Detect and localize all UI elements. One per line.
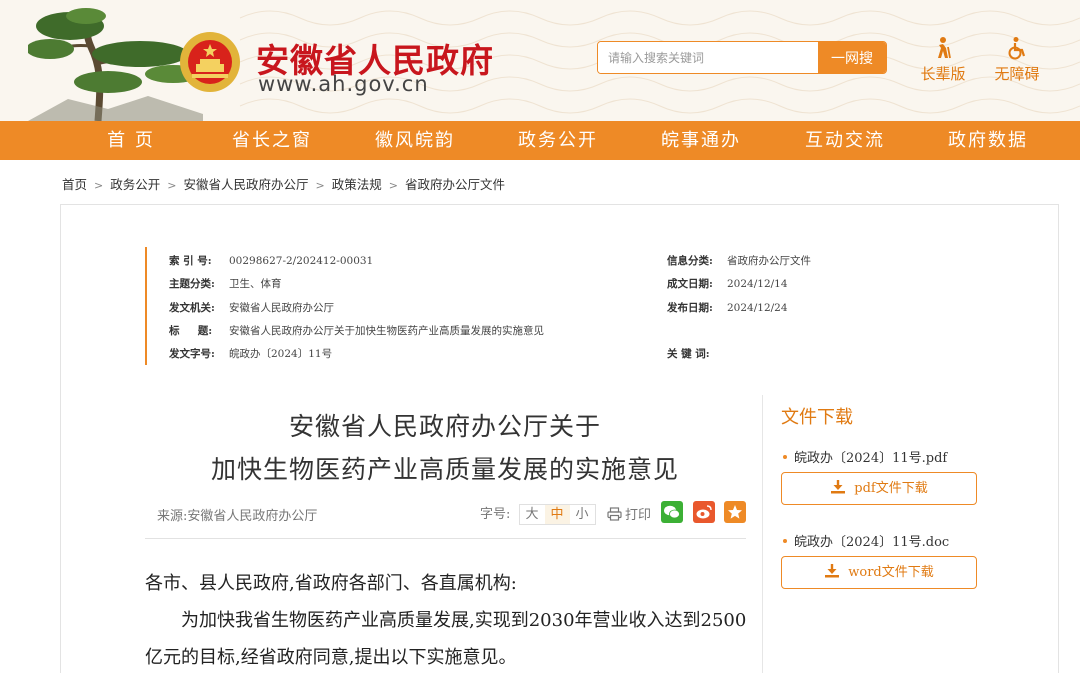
article-body: 各市、县人民政府,省政府各部门、各直属机构: 为加快我省生物医药产业高质量发展,…: [145, 565, 749, 673]
meta-keywords: 关 键 词:: [667, 346, 727, 361]
wechat-icon: [664, 505, 680, 519]
nav-item-services[interactable]: 皖事通办: [641, 121, 761, 160]
meta-value: 安徽省人民政府办公厅关于加快生物医药产业高质量发展的实施意见: [229, 325, 544, 337]
bullet-icon: [783, 538, 787, 543]
file-name-text: 皖政办〔2024〕11号.doc: [794, 535, 950, 550]
font-size-large-button[interactable]: 大: [520, 505, 545, 524]
accessibility-button[interactable]: 无障碍: [989, 36, 1045, 84]
main-nav: 首 页 省长之窗 徽风皖韵 政务公开 皖事通办 互动交流 政府数据: [0, 121, 1080, 160]
search-input[interactable]: [598, 42, 820, 73]
elder-mode-button[interactable]: 长辈版: [915, 36, 971, 84]
share-weibo-button[interactable]: [693, 501, 715, 523]
wheelchair-icon: [1008, 37, 1026, 60]
breadcrumb-home[interactable]: 首页: [62, 177, 87, 192]
meta-label: 标 题:: [169, 325, 213, 337]
word-download-button[interactable]: word文件下载: [781, 556, 977, 589]
chevron-right-icon: >: [94, 179, 104, 192]
chevron-right-icon: >: [315, 179, 325, 192]
nav-item-governor[interactable]: 省长之窗: [212, 121, 332, 160]
meta-value: 卫生、体育: [229, 278, 282, 290]
meta-label: 发布日期:: [667, 302, 713, 314]
pdf-download-button[interactable]: pdf文件下载: [781, 472, 977, 505]
weibo-icon: [696, 505, 712, 519]
font-size-small-button[interactable]: 小: [570, 505, 595, 524]
file-name-text: 皖政办〔2024〕11号.pdf: [794, 451, 948, 466]
meta-label: 信息分类:: [667, 255, 713, 267]
meta-label: 索 引 号:: [169, 255, 212, 267]
font-size-control: 字号: 大中小: [480, 503, 596, 525]
article-source: 来源:安徽省人民政府办公厅: [157, 509, 318, 524]
meta-topic: 主题分类: 卫生、体育: [169, 276, 282, 291]
document-title: 安徽省人民政府办公厅关于 加快生物医药产业高质量发展的实施意见: [145, 405, 745, 491]
nav-item-culture[interactable]: 徽风皖韵: [355, 121, 475, 160]
content-card: 索 引 号: 00298627-2/202412-00031 主题分类: 卫生、体育…: [60, 204, 1059, 673]
font-size-group: 大中小: [518, 504, 596, 525]
breadcrumb-office[interactable]: 安徽省人民政府办公厅: [183, 177, 308, 192]
share-wechat-button[interactable]: [661, 501, 683, 523]
site-header: 安徽省人民政府 www.ah.gov.cn 一网搜 长辈版 无障碍: [0, 0, 1080, 121]
bullet-icon: [783, 454, 787, 459]
meta-issuer: 发文机关: 安徽省人民政府办公厅: [169, 300, 334, 315]
word-download-label: word文件下载: [848, 565, 934, 580]
site-url: www.ah.gov.cn: [258, 72, 429, 96]
meta-published-date: 发布日期: 2024/12/24: [667, 300, 788, 315]
breadcrumb: 首页 > 政务公开 > 安徽省人民政府办公厅 > 政策法规 > 省政府办公厅文件: [62, 174, 505, 193]
chevron-right-icon: >: [388, 179, 398, 192]
accessibility-label: 无障碍: [994, 65, 1040, 83]
meta-label: 关 键 词:: [667, 348, 710, 360]
printer-icon: [607, 507, 622, 521]
nav-item-gov-data[interactable]: 政府数据: [928, 121, 1048, 160]
print-label: 打印: [625, 508, 652, 523]
download-icon: [831, 480, 846, 494]
meta-label: 成文日期:: [667, 278, 713, 290]
print-button[interactable]: 打印: [607, 504, 651, 523]
star-icon: [728, 505, 742, 519]
elder-person-icon: [938, 37, 951, 59]
breadcrumb-gov-affairs[interactable]: 政务公开: [110, 177, 160, 192]
download-icon: [825, 564, 840, 578]
breadcrumb-current[interactable]: 省政府办公厅文件: [405, 177, 505, 192]
meta-category: 信息分类: 省政府办公厅文件: [667, 253, 811, 268]
meta-label: 发文字号:: [169, 348, 215, 360]
meta-title: 标 题: 安徽省人民政府办公厅关于加快生物医药产业高质量发展的实施意见: [169, 323, 544, 338]
chevron-right-icon: >: [167, 179, 177, 192]
meta-value: 00298627-2/202412-00031: [229, 255, 374, 267]
nav-item-gov-affairs[interactable]: 政务公开: [498, 121, 618, 160]
breadcrumb-policy[interactable]: 政策法规: [332, 177, 382, 192]
document-title-line2: 加快生物医药产业高质量发展的实施意见: [210, 455, 679, 484]
meta-index: 索 引 号: 00298627-2/202412-00031: [169, 253, 373, 268]
article-paragraph-line: 亿元的目标,经省政府同意,提出以下实施意见。: [145, 647, 517, 668]
meta-value: 2024/12/24: [727, 302, 788, 314]
font-size-label: 字号:: [480, 507, 511, 522]
nav-item-interaction[interactable]: 互动交流: [785, 121, 905, 160]
document-title-line1: 安徽省人民政府办公厅关于: [288, 412, 601, 441]
meta-value: 省政府办公厅文件: [727, 255, 811, 267]
meta-docno: 发文字号: 皖政办〔2024〕11号: [169, 346, 332, 361]
national-emblem-icon: [180, 32, 240, 92]
meta-value: 安徽省人民政府办公厅: [229, 302, 334, 314]
meta-value: 2024/12/14: [727, 278, 788, 290]
pdf-download-label: pdf文件下载: [854, 481, 928, 496]
meta-label: 发文机关:: [169, 302, 215, 314]
favorite-button[interactable]: [724, 501, 746, 523]
download-file-name: 皖政办〔2024〕11号.doc: [783, 531, 949, 550]
meta-value: 皖政办〔2024〕11号: [229, 348, 333, 360]
huangshan-pine-logo: [28, 8, 203, 121]
document-meta-table: 索 引 号: 00298627-2/202412-00031 主题分类: 卫生、体育…: [145, 247, 995, 365]
font-size-medium-button[interactable]: 中: [544, 505, 570, 524]
meta-created-date: 成文日期: 2024/12/14: [667, 276, 788, 291]
file-download-panel: 文件下载 皖政办〔2024〕11号.pdf pdf文件下载 皖政办〔2024〕1…: [762, 395, 992, 673]
article-salutation: 各市、县人民政府,省政府各部门、各直属机构:: [145, 573, 517, 594]
search-box: 一网搜: [597, 41, 887, 74]
meta-label: 主题分类:: [169, 278, 215, 290]
article-paragraph-line: 为加快我省生物医药产业高质量发展,实现到2030年营业收入达到2500: [181, 610, 747, 631]
search-button[interactable]: 一网搜: [818, 42, 886, 73]
elder-mode-label: 长辈版: [920, 65, 966, 83]
download-panel-title: 文件下载: [781, 407, 853, 428]
download-file-name: 皖政办〔2024〕11号.pdf: [783, 447, 947, 466]
divider: [145, 538, 746, 539]
nav-item-home[interactable]: 首 页: [71, 121, 191, 160]
